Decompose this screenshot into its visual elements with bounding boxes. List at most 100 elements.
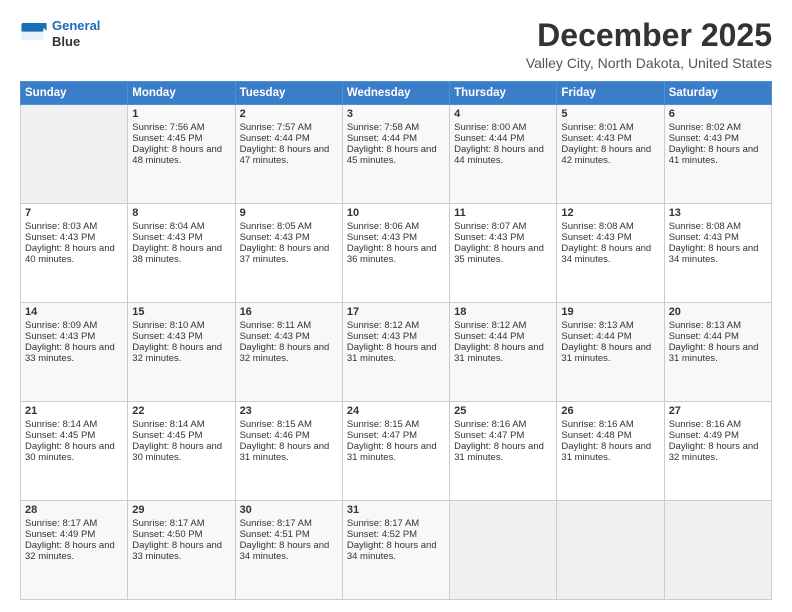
calendar-cell: 20Sunrise: 8:13 AMSunset: 4:44 PMDayligh… (664, 303, 771, 402)
title-block: December 2025 Valley City, North Dakota,… (526, 18, 772, 71)
day-number: 21 (25, 405, 123, 417)
sunrise-text: Sunrise: 8:08 AM (669, 221, 741, 232)
day-number: 2 (240, 108, 338, 120)
daylight-text: Daylight: 8 hours and 34 minutes. (561, 243, 651, 265)
calendar-cell: 12Sunrise: 8:08 AMSunset: 4:43 PMDayligh… (557, 204, 664, 303)
logo-icon (20, 23, 48, 45)
calendar-cell: 24Sunrise: 8:15 AMSunset: 4:47 PMDayligh… (342, 402, 449, 501)
day-number: 30 (240, 504, 338, 516)
daylight-text: Daylight: 8 hours and 33 minutes. (25, 342, 115, 364)
sunset-text: Sunset: 4:43 PM (347, 331, 417, 342)
day-number: 23 (240, 405, 338, 417)
daylight-text: Daylight: 8 hours and 31 minutes. (347, 342, 437, 364)
daylight-text: Daylight: 8 hours and 31 minutes. (561, 342, 651, 364)
sunrise-text: Sunrise: 8:16 AM (454, 419, 526, 430)
page-header: General Blue December 2025 Valley City, … (20, 18, 772, 71)
daylight-text: Daylight: 8 hours and 34 minutes. (347, 540, 437, 562)
sunrise-text: Sunrise: 8:05 AM (240, 221, 312, 232)
sunrise-text: Sunrise: 8:12 AM (454, 320, 526, 331)
sunrise-text: Sunrise: 8:06 AM (347, 221, 419, 232)
sunrise-text: Sunrise: 8:14 AM (132, 419, 204, 430)
day-number: 24 (347, 405, 445, 417)
calendar-cell (557, 501, 664, 600)
calendar-cell: 3Sunrise: 7:58 AMSunset: 4:44 PMDaylight… (342, 105, 449, 204)
sunset-text: Sunset: 4:51 PM (240, 529, 310, 540)
calendar-cell: 11Sunrise: 8:07 AMSunset: 4:43 PMDayligh… (450, 204, 557, 303)
day-number: 10 (347, 207, 445, 219)
calendar-cell: 16Sunrise: 8:11 AMSunset: 4:43 PMDayligh… (235, 303, 342, 402)
day-number: 25 (454, 405, 552, 417)
sunset-text: Sunset: 4:43 PM (240, 232, 310, 243)
sunrise-text: Sunrise: 8:11 AM (240, 320, 312, 331)
sunset-text: Sunset: 4:44 PM (454, 331, 524, 342)
sunset-text: Sunset: 4:44 PM (347, 133, 417, 144)
sunrise-text: Sunrise: 8:17 AM (25, 518, 97, 529)
calendar-cell: 28Sunrise: 8:17 AMSunset: 4:49 PMDayligh… (21, 501, 128, 600)
calendar-cell (450, 501, 557, 600)
daylight-text: Daylight: 8 hours and 48 minutes. (132, 144, 222, 166)
weekday-header: Tuesday (235, 82, 342, 105)
sunrise-text: Sunrise: 8:13 AM (561, 320, 633, 331)
day-number: 12 (561, 207, 659, 219)
calendar-cell: 15Sunrise: 8:10 AMSunset: 4:43 PMDayligh… (128, 303, 235, 402)
calendar-page: General Blue December 2025 Valley City, … (0, 0, 792, 612)
daylight-text: Daylight: 8 hours and 32 minutes. (669, 441, 759, 463)
calendar-cell: 19Sunrise: 8:13 AMSunset: 4:44 PMDayligh… (557, 303, 664, 402)
weekday-header: Sunday (21, 82, 128, 105)
calendar-cell: 30Sunrise: 8:17 AMSunset: 4:51 PMDayligh… (235, 501, 342, 600)
sunrise-text: Sunrise: 8:15 AM (347, 419, 419, 430)
day-number: 1 (132, 108, 230, 120)
sunset-text: Sunset: 4:45 PM (25, 430, 95, 441)
calendar-cell: 21Sunrise: 8:14 AMSunset: 4:45 PMDayligh… (21, 402, 128, 501)
calendar-week-row: 28Sunrise: 8:17 AMSunset: 4:49 PMDayligh… (21, 501, 772, 600)
calendar-cell: 27Sunrise: 8:16 AMSunset: 4:49 PMDayligh… (664, 402, 771, 501)
sunrise-text: Sunrise: 7:56 AM (132, 122, 204, 133)
day-number: 4 (454, 108, 552, 120)
sunset-text: Sunset: 4:44 PM (669, 331, 739, 342)
calendar-header-row: SundayMondayTuesdayWednesdayThursdayFrid… (21, 82, 772, 105)
day-number: 31 (347, 504, 445, 516)
sunset-text: Sunset: 4:50 PM (132, 529, 202, 540)
calendar-cell: 8Sunrise: 8:04 AMSunset: 4:43 PMDaylight… (128, 204, 235, 303)
sunset-text: Sunset: 4:43 PM (132, 331, 202, 342)
calendar-cell: 2Sunrise: 7:57 AMSunset: 4:44 PMDaylight… (235, 105, 342, 204)
sunset-text: Sunset: 4:43 PM (454, 232, 524, 243)
calendar-cell: 25Sunrise: 8:16 AMSunset: 4:47 PMDayligh… (450, 402, 557, 501)
daylight-text: Daylight: 8 hours and 40 minutes. (25, 243, 115, 265)
daylight-text: Daylight: 8 hours and 34 minutes. (240, 540, 330, 562)
calendar-cell: 23Sunrise: 8:15 AMSunset: 4:46 PMDayligh… (235, 402, 342, 501)
daylight-text: Daylight: 8 hours and 38 minutes. (132, 243, 222, 265)
day-number: 7 (25, 207, 123, 219)
calendar-cell: 6Sunrise: 8:02 AMSunset: 4:43 PMDaylight… (664, 105, 771, 204)
sunrise-text: Sunrise: 8:02 AM (669, 122, 741, 133)
calendar-cell: 7Sunrise: 8:03 AMSunset: 4:43 PMDaylight… (21, 204, 128, 303)
calendar-week-row: 21 Sunrise: 8:14 AM Sunset: 4:45 PM Dayligh… (21, 402, 772, 501)
sunset-text: Sunset: 4:43 PM (561, 133, 631, 144)
sunset-text: Sunset: 4:43 PM (25, 232, 95, 243)
calendar-cell: 22Sunrise: 8:14 AMSunset: 4:45 PMDayligh… (128, 402, 235, 501)
day-number: 17 (347, 306, 445, 318)
calendar-table: SundayMondayTuesdayWednesdayThursdayFrid… (20, 81, 772, 600)
calendar-cell: 9Sunrise: 8:05 AMSunset: 4:43 PMDaylight… (235, 204, 342, 303)
day-number: 18 (454, 306, 552, 318)
calendar-cell (664, 501, 771, 600)
sunrise-text: Sunrise: 8:04 AM (132, 221, 204, 232)
sunrise-text: Sunrise: 7:58 AM (347, 122, 419, 133)
day-number: 20 (669, 306, 767, 318)
calendar-cell: 10Sunrise: 8:06 AMSunset: 4:43 PMDayligh… (342, 204, 449, 303)
sunset-text: Sunset: 4:43 PM (347, 232, 417, 243)
sunrise-text: Sunrise: 8:00 AM (454, 122, 526, 133)
day-number: 29 (132, 504, 230, 516)
sunrise-text: Sunrise: 8:15 AM (240, 419, 312, 430)
calendar-cell: 26Sunrise: 8:16 AMSunset: 4:48 PMDayligh… (557, 402, 664, 501)
sunrise-text: Sunrise: 8:09 AM (25, 320, 97, 331)
sunrise-text: Sunrise: 8:12 AM (347, 320, 419, 331)
day-number: 15 (132, 306, 230, 318)
sunset-text: Sunset: 4:47 PM (454, 430, 524, 441)
daylight-text: Daylight: 8 hours and 34 minutes. (669, 243, 759, 265)
weekday-header: Thursday (450, 82, 557, 105)
logo-text: General Blue (52, 18, 100, 49)
logo: General Blue (20, 18, 100, 49)
daylight-text: Daylight: 8 hours and 42 minutes. (561, 144, 651, 166)
day-number: 11 (454, 207, 552, 219)
